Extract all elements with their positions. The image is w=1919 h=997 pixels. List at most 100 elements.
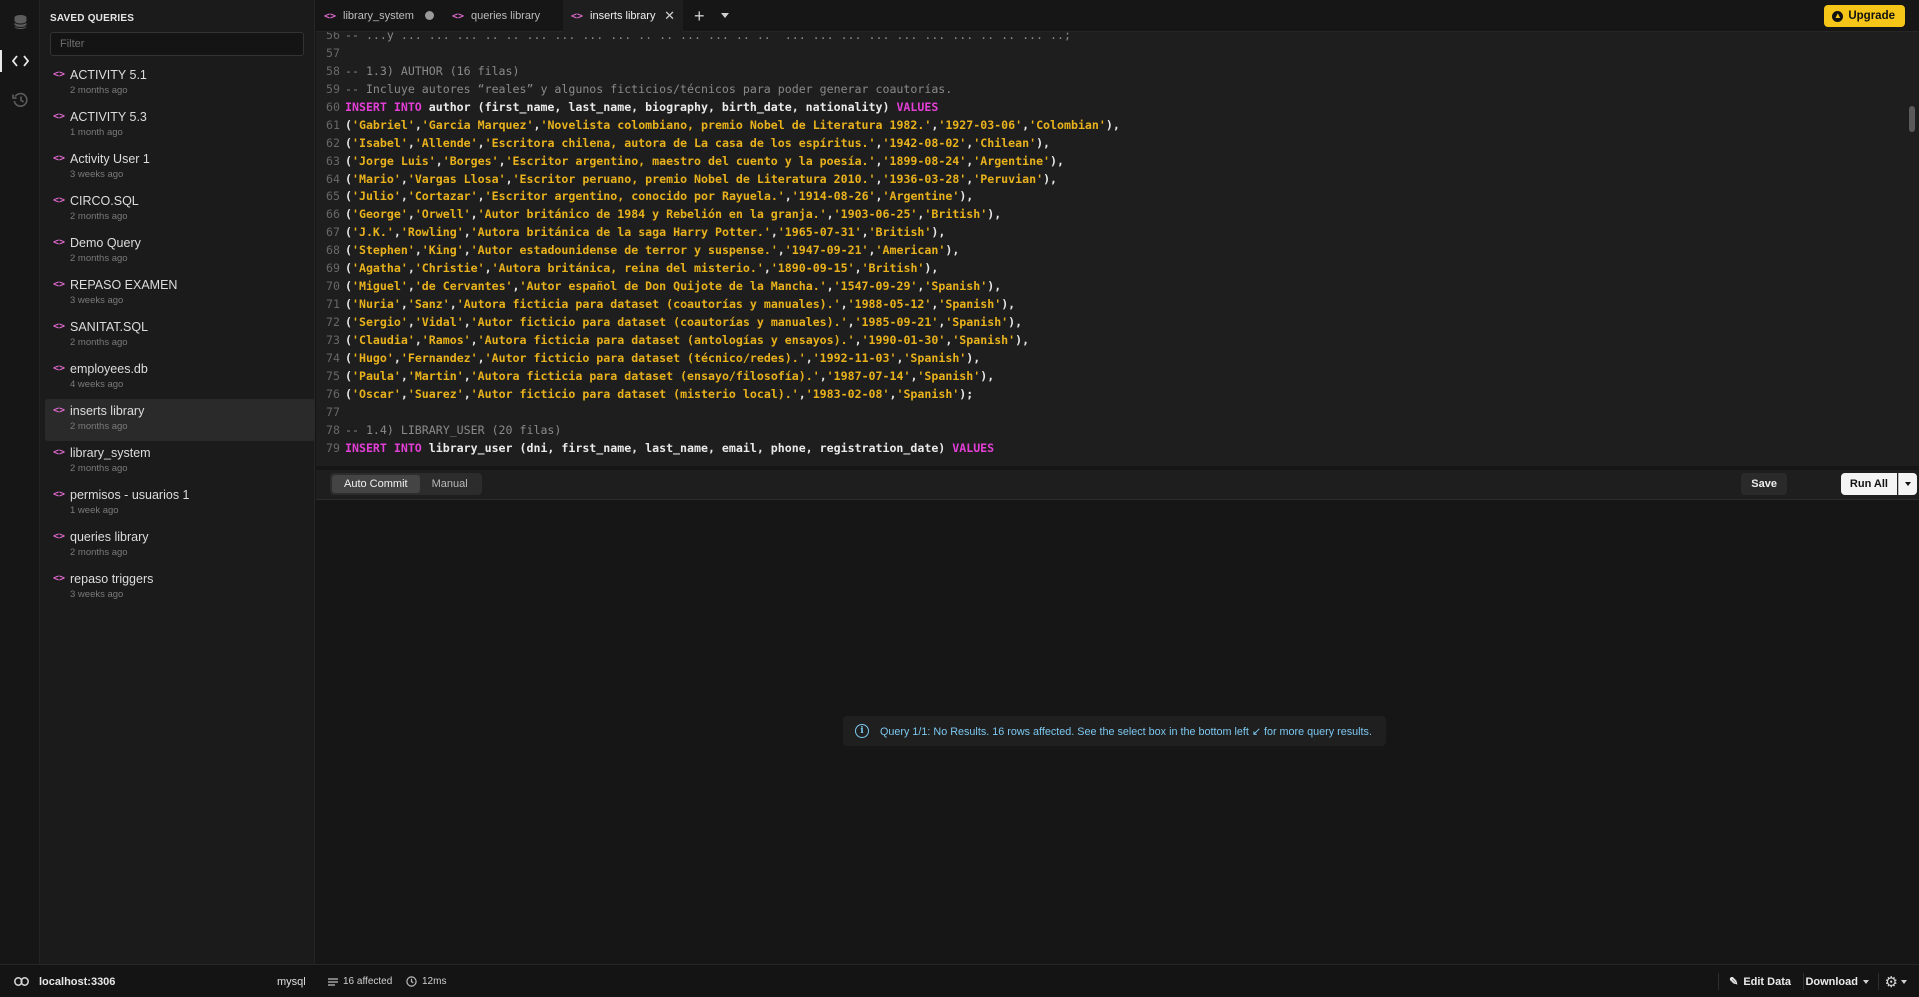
- code-text: ('Mario','Vargas Llosa','Escritor peruan…: [345, 172, 1057, 186]
- code-token: ,: [407, 279, 415, 294]
- auto-commit-option[interactable]: Auto Commit: [332, 475, 420, 493]
- code-token: ),: [987, 279, 1002, 294]
- saved-query-item[interactable]: <> Demo Query 2 months ago: [45, 231, 315, 273]
- code-token: 'Sanz': [407, 297, 450, 312]
- saved-queries-sidebar: SAVED QUERIES <> ACTIVITY 5.1 2 months ago…: [40, 0, 315, 964]
- tab-queries-library[interactable]: <> queries library: [444, 0, 564, 32]
- code-icon: <>: [53, 111, 66, 122]
- saved-query-item[interactable]: <> ACTIVITY 5.3 1 month ago: [45, 105, 315, 147]
- database-icon[interactable]: [0, 5, 40, 39]
- code-token: '1992-11-03': [812, 350, 897, 365]
- code-text: INSERT INTO author (first_name, last_nam…: [345, 100, 938, 114]
- edit-data-button[interactable]: ✎ Edit Data: [1729, 965, 1791, 997]
- manual-commit-option[interactable]: Manual: [420, 475, 480, 493]
- code-text: ('J.K.','Rowling','Autora británica de l…: [345, 225, 945, 239]
- code-line: 67 ('J.K.','Rowling','Autora británica de…: [316, 224, 1896, 242]
- saved-query-item[interactable]: <> ACTIVITY 5.1 2 months ago: [45, 63, 315, 105]
- code-token: 'Vargas Llosa': [407, 171, 506, 186]
- code-token: (: [345, 279, 352, 294]
- status-bar: localhost:3306 mysql 16 affected 12ms ✎ …: [0, 964, 1919, 997]
- query-time: 2 months ago: [70, 337, 128, 348]
- code-text: ('Hugo','Fernandez','Autor ficticio para…: [345, 351, 980, 365]
- code-token: 'Allende': [414, 135, 478, 150]
- code-token: 'Autor ficticio para dataset (técnico/re…: [484, 350, 806, 365]
- code-line: 60 INSERT INTO author (first_name, last_n…: [316, 99, 1896, 117]
- code-line: 65 ('Julio','Cortazar','Escritor argentin…: [316, 188, 1896, 206]
- code-token: 'Ramos': [421, 332, 471, 347]
- code-token: ,: [393, 225, 401, 240]
- results-pane: i Query 1/1: No Results. 16 rows affecte…: [316, 501, 1919, 964]
- close-icon[interactable]: ✕: [664, 8, 675, 24]
- code-token: 'Escritora chilena, autora de La casa de…: [484, 135, 876, 150]
- code-icon: <>: [324, 10, 337, 22]
- line-number: 56: [326, 32, 340, 42]
- run-all-button[interactable]: Run All: [1840, 473, 1897, 495]
- code-token: 'Spanish': [952, 332, 1016, 347]
- add-tab-icon[interactable]: +: [694, 6, 705, 27]
- code-token: ,: [840, 297, 848, 312]
- code-token: '1987-07-14': [826, 368, 911, 383]
- code-token: ,: [784, 189, 792, 204]
- saved-query-item[interactable]: <> SANITAT.SQL 2 months ago: [45, 315, 315, 357]
- download-button[interactable]: Download: [1805, 965, 1869, 997]
- run-options-chevron-icon[interactable]: [1898, 473, 1917, 495]
- rows-affected[interactable]: 16 affected: [328, 965, 392, 997]
- upgrade-icon: ▲: [1832, 10, 1844, 22]
- history-icon[interactable]: [0, 83, 40, 117]
- code-icon: <>: [53, 531, 66, 542]
- filter-input[interactable]: [50, 32, 304, 56]
- query-time: 3 weeks ago: [70, 295, 124, 306]
- query-time: 3 weeks ago: [70, 169, 124, 180]
- unsaved-dot-icon[interactable]: [425, 11, 434, 20]
- code-token: ,: [826, 207, 834, 222]
- query-name: permisos - usuarios 1: [70, 488, 190, 502]
- line-number: 78: [326, 422, 340, 437]
- tab-library-system[interactable]: <> library_system: [316, 0, 442, 32]
- line-number: 59: [326, 81, 340, 96]
- line-number: 63: [326, 153, 340, 168]
- time-label: 12ms: [422, 976, 447, 987]
- editor-scrollbar[interactable]: [1909, 106, 1915, 132]
- settings-button[interactable]: ⚙: [1885, 965, 1907, 997]
- query-time: 2 months ago: [70, 211, 128, 222]
- saved-query-item[interactable]: <> REPASO EXAMEN 3 weeks ago: [45, 273, 315, 315]
- save-button[interactable]: Save: [1741, 473, 1787, 495]
- code-token: 'J.K.': [351, 225, 394, 240]
- saved-query-item[interactable]: <> repaso triggers 3 weeks ago: [45, 567, 315, 609]
- saved-queries-list: <> ACTIVITY 5.1 2 months ago <> ACTIVITY 5.…: [45, 63, 315, 609]
- saved-query-item[interactable]: <> CIRCO.SQL 2 months ago: [45, 189, 315, 231]
- code-token: ),: [1001, 297, 1016, 312]
- code-token: (: [345, 135, 352, 150]
- code-token: 'Borges': [442, 153, 499, 168]
- saved-query-item-active[interactable]: <> inserts library 2 months ago: [45, 399, 315, 441]
- saved-query-item[interactable]: <> queries library 2 months ago: [45, 525, 315, 567]
- code-token: ),: [1015, 332, 1030, 347]
- code-token: ),: [924, 261, 939, 276]
- code-token: 'Orwell': [414, 207, 471, 222]
- saved-query-item[interactable]: <> library_system 2 months ago: [45, 441, 315, 483]
- link-icon: [14, 977, 29, 986]
- code-token: 'Novelista colombiano, premio Nobel de L…: [540, 117, 932, 132]
- upgrade-button[interactable]: ▲ Upgrade: [1824, 5, 1905, 27]
- code-token: ),: [1105, 117, 1120, 132]
- saved-query-item[interactable]: <> Activity User 1 3 weeks ago: [45, 147, 315, 189]
- connection-status[interactable]: localhost:3306: [14, 965, 115, 997]
- saved-query-item[interactable]: <> employees.db 4 weeks ago: [45, 357, 315, 399]
- tab-inserts-library[interactable]: <> inserts library ✕: [563, 0, 683, 32]
- code-line: 69 ('Agatha','Christie','Autora británica…: [316, 260, 1896, 278]
- chevron-down-icon[interactable]: [721, 13, 729, 18]
- affected-label: 16 affected: [343, 976, 393, 987]
- code-token: INSERT INTO: [345, 99, 422, 114]
- code-token: ,: [470, 207, 478, 222]
- line-number: 62: [326, 135, 340, 150]
- code-token: (: [345, 189, 352, 204]
- code-token: 'Autora británica, reina del misterio.': [491, 261, 764, 276]
- code-token: 'British': [868, 225, 932, 240]
- code-icon[interactable]: [0, 44, 40, 78]
- sql-editor[interactable]: 56 -- ...y ... ... ... .. .. ... ... ... …: [316, 32, 1919, 466]
- saved-query-item[interactable]: <> permisos - usuarios 1 1 week ago: [45, 483, 315, 525]
- code-token: '1890-09-15': [770, 261, 855, 276]
- line-number: 76: [326, 386, 340, 401]
- download-label: Download: [1805, 975, 1858, 988]
- line-number: 60: [326, 99, 340, 114]
